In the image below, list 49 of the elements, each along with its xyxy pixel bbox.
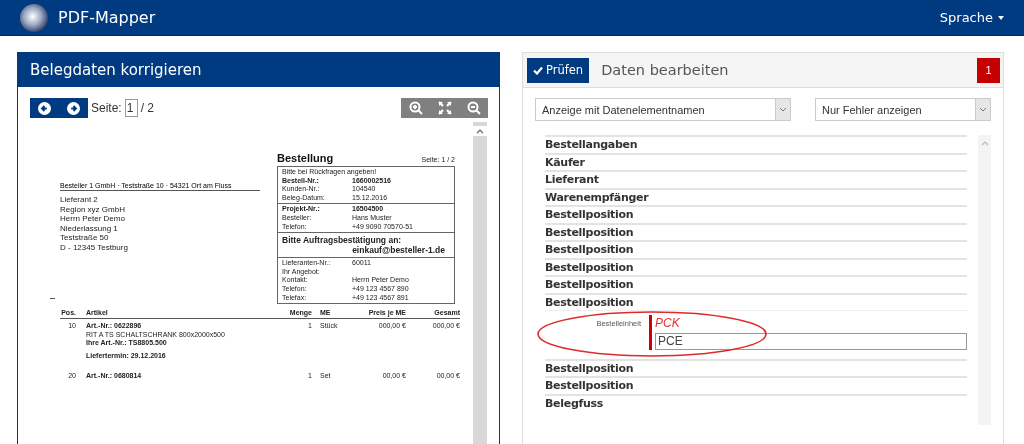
- page-input[interactable]: 1: [124, 99, 138, 117]
- caret-icon: [998, 15, 1004, 20]
- input-field[interactable]: PCE: [655, 332, 967, 350]
- confirmation-email: einkauf@besteller-1.de: [351, 245, 446, 256]
- app-title: PDF-Mapper: [58, 8, 156, 27]
- section-header[interactable]: Käufer: [545, 152, 967, 170]
- logo-icon: [20, 3, 48, 32]
- section-header[interactable]: Warenempfänger: [545, 187, 967, 205]
- address-line: Teststraße 50: [60, 233, 110, 243]
- address-line: Herrn Peter Demo: [60, 214, 126, 224]
- section-header[interactable]: Bestellposition: [545, 376, 967, 394]
- panel-title: Daten bearbeiten: [601, 62, 729, 78]
- error-count-badge: 1: [977, 57, 1000, 83]
- error-value: PCK: [655, 315, 681, 331]
- section-header[interactable]: Belegfuss: [545, 393, 967, 411]
- chevron-down-icon: [779, 107, 787, 112]
- section-header[interactable]: Bestellposition: [545, 205, 967, 223]
- zoom-out-icon: [466, 101, 481, 115]
- dropdown[interactable]: Anzeige mit Datenelementnamen: [535, 98, 791, 121]
- scroll-up-icon: [980, 140, 989, 146]
- scrollbar[interactable]: [978, 135, 991, 425]
- section-header[interactable]: Bestellposition: [545, 358, 967, 376]
- address-line: D - 12345 Testburg: [60, 242, 129, 252]
- section-header[interactable]: Bestellangaben: [545, 135, 967, 153]
- section-header[interactable]: Bestellposition: [545, 222, 967, 240]
- section-header[interactable]: Bestellposition: [545, 275, 967, 293]
- page-total: / 2: [140, 101, 155, 115]
- check-button[interactable]: Prüfen: [527, 57, 590, 83]
- checkmark-icon: [533, 65, 543, 75]
- dropdown[interactable]: Nur Fehler anzeigen: [815, 98, 991, 121]
- section-header[interactable]: Bestellposition: [545, 257, 967, 275]
- fold-mark: [50, 298, 55, 300]
- section-header[interactable]: Lieferant: [545, 170, 967, 188]
- scrollbar[interactable]: [473, 122, 487, 444]
- expand-icon: [437, 101, 452, 115]
- language-menu[interactable]: Sprache: [939, 10, 1004, 25]
- page-label: Seite:: [91, 101, 122, 115]
- left-arrow-icon: [38, 101, 51, 115]
- confirmation-text: Bitte Auftragsbestätigung an:: [282, 235, 403, 246]
- address-line: Lieferant 2: [60, 195, 99, 205]
- address-line: Region xyz GmbH: [60, 204, 126, 214]
- section-header[interactable]: Bestellposition: [545, 292, 967, 311]
- document-heading: Bestellung: [277, 152, 334, 164]
- chevron-down-icon: [979, 107, 987, 112]
- address-line: Niederlassung 1: [60, 223, 119, 233]
- panel-title: Belegdaten korrigieren: [30, 61, 202, 79]
- zoom-in-icon: [408, 101, 423, 115]
- section-header[interactable]: Bestellposition: [545, 240, 967, 258]
- right-arrow-icon: [67, 101, 80, 115]
